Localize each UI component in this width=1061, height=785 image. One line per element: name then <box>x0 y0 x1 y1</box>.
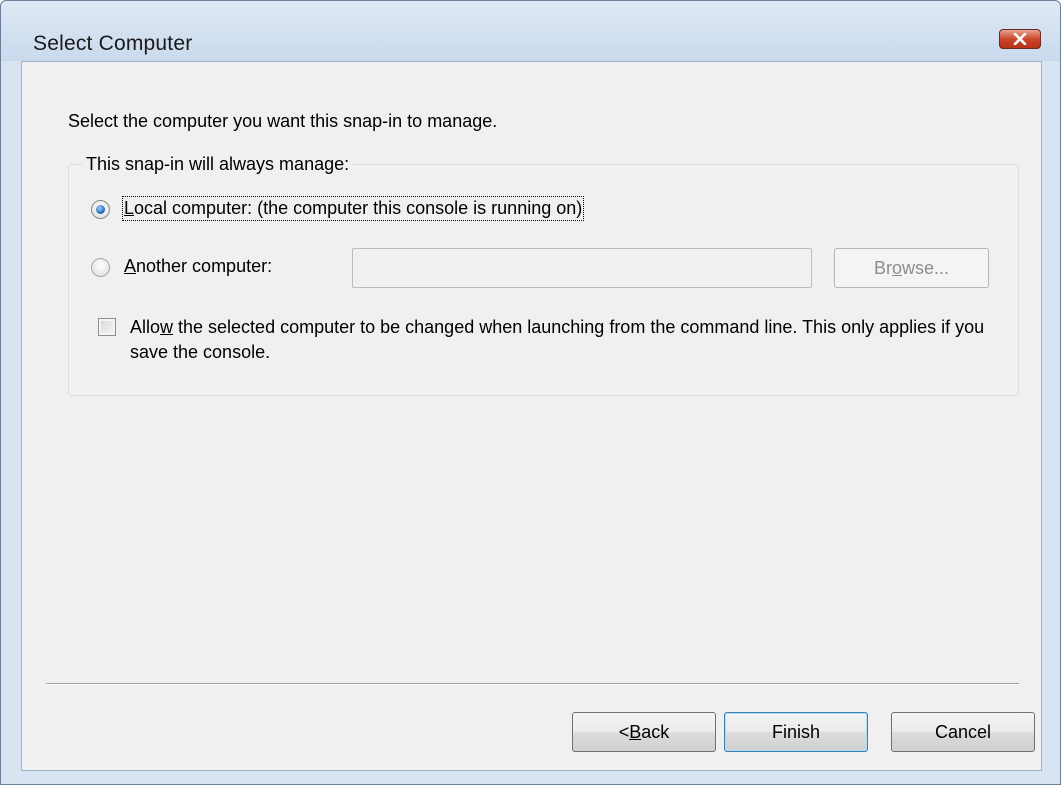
title-bar[interactable]: Select Computer <box>1 1 1060 61</box>
allow-accel: w <box>160 317 174 337</box>
allow-change-label[interactable]: Allow the selected computer to be change… <box>130 315 1000 365</box>
footer-separator <box>46 683 1019 685</box>
back-accel: B <box>629 721 642 742</box>
close-button[interactable] <box>999 29 1041 49</box>
another-computer-accel: A <box>124 256 137 276</box>
back-label-pre: < <box>618 721 630 742</box>
finish-button[interactable]: Finish <box>724 712 868 752</box>
allow-change-checkbox[interactable] <box>98 318 116 336</box>
window-title: Select Computer <box>33 32 193 55</box>
browse-label-post: wse... <box>902 257 950 278</box>
allow-label-post: the selected computer to be changed when… <box>130 317 985 362</box>
cancel-button[interactable]: Cancel <box>891 712 1035 752</box>
back-label-post: ack <box>641 721 670 742</box>
local-computer-label[interactable]: Local computer: (the computer this conso… <box>121 196 585 221</box>
browse-label-pre: Br <box>873 257 892 278</box>
computer-name-input[interactable] <box>352 248 812 288</box>
back-button[interactable]: < Back <box>572 712 716 752</box>
another-computer-radio[interactable] <box>91 258 110 277</box>
local-computer-accel: L <box>124 198 135 218</box>
allow-label-pre: Allo <box>130 317 161 337</box>
browse-accel: o <box>891 257 902 278</box>
groupbox-label: This snap-in will always manage: <box>82 154 354 175</box>
close-icon <box>1013 33 1027 45</box>
local-computer-radio[interactable] <box>91 200 110 219</box>
instruction-text: Select the computer you want this snap-i… <box>68 111 498 131</box>
another-computer-label[interactable]: Another computer: <box>124 256 272 277</box>
browse-button[interactable]: Br o wse... <box>834 248 989 288</box>
dialog-body: Select the computer you want this snap-i… <box>21 61 1042 771</box>
dialog-window: Select Computer Select the computer you … <box>0 0 1061 785</box>
local-computer-text: ocal computer: (the computer this consol… <box>134 198 583 218</box>
another-computer-text: nother computer: <box>136 256 273 276</box>
